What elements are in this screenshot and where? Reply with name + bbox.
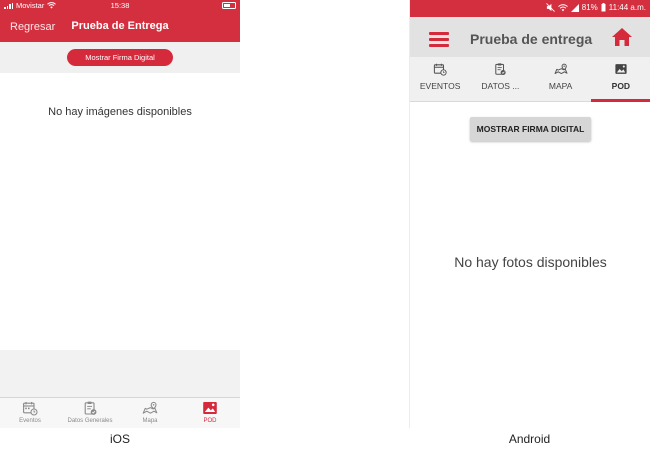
tab-datos[interactable]: DATOS ... [470, 57, 530, 101]
tab-mapa[interactable]: Mapa [120, 398, 180, 428]
tab-label: MAPA [548, 81, 573, 91]
map-icon [554, 63, 568, 75]
ios-status-right [222, 2, 236, 11]
ios-status-time: 15:38 [110, 1, 130, 10]
image-icon [615, 64, 627, 74]
tab-label: POD [203, 418, 217, 424]
mute-icon [545, 3, 555, 12]
battery-icon [601, 3, 606, 12]
battery-percent: 81% [581, 3, 598, 12]
calendar-clock-icon [23, 402, 38, 416]
empty-state-message: No hay fotos disponibles [454, 254, 607, 270]
tab-label: EVENTOS [419, 81, 461, 91]
empty-state-message: No hay imágenes disponibles [48, 106, 192, 118]
tab-label: DATOS ... [481, 81, 520, 91]
android-tab-bar: EVENTOS DATOS ... MAPA POD [410, 57, 650, 102]
android-status-bar: 81% 11:44 a.m. [410, 0, 650, 17]
map-icon [142, 401, 158, 414]
calendar-clock-icon [434, 63, 447, 76]
ios-button-bar: Mostrar Firma Digital [0, 42, 240, 73]
tab-label: Datos Generales [67, 418, 113, 424]
image-icon [203, 402, 217, 414]
home-icon[interactable] [611, 27, 633, 47]
page-title: Prueba de Entrega [71, 20, 169, 32]
tab-label: POD [611, 81, 631, 91]
tab-label: Mapa [142, 418, 158, 424]
wifi-icon [557, 3, 568, 11]
ios-tab-bar: Eventos Datos Generales Mapa POD [0, 397, 240, 428]
tab-pod[interactable]: POD [180, 398, 240, 428]
show-digital-signature-button[interactable]: MOSTRAR FIRMA DIGITAL [470, 117, 591, 141]
android-app-bar: Prueba de entrega [410, 17, 650, 57]
tab-eventos[interactable]: EVENTOS [410, 57, 470, 101]
clipboard-check-icon [84, 401, 97, 415]
ios-screen: Movistar 15:38 Regresar Prueba de Entreg… [0, 0, 240, 428]
tab-label: Eventos [19, 418, 41, 424]
ios-bottom-spacer [0, 350, 240, 397]
comparison-canvas: Movistar 15:38 Regresar Prueba de Entreg… [0, 0, 650, 450]
tab-pod[interactable]: POD [590, 57, 650, 102]
ios-status-bar: Movistar 15:38 [0, 0, 240, 12]
battery-icon [222, 2, 236, 9]
clipboard-check-icon [495, 63, 507, 76]
android-screen: 81% 11:44 a.m. Prueba de entrega EVENTOS… [409, 0, 650, 428]
page-title: Prueba de entrega [470, 31, 593, 47]
status-time: 11:44 a.m. [608, 3, 646, 12]
tab-eventos[interactable]: Eventos [0, 398, 60, 428]
tab-mapa[interactable]: MAPA [531, 57, 591, 101]
ios-caption: iOS [109, 432, 130, 446]
ios-navigation-bar: Regresar Prueba de Entrega [0, 12, 240, 42]
android-status-right: 81% 11:44 a.m. [545, 3, 646, 12]
hamburger-icon[interactable] [429, 32, 449, 47]
signal-icon [570, 3, 579, 12]
tab-datos-generales[interactable]: Datos Generales [60, 398, 120, 428]
android-caption: Android [508, 432, 551, 446]
show-digital-signature-button[interactable]: Mostrar Firma Digital [67, 49, 173, 66]
